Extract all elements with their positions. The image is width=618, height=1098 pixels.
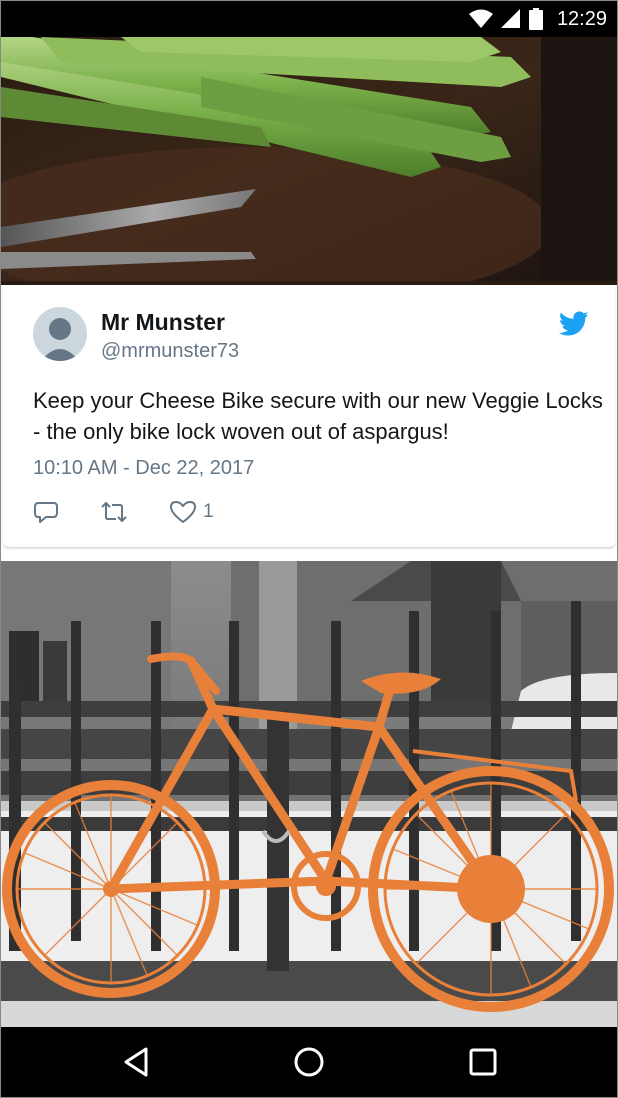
battery-icon — [528, 8, 543, 30]
status-bar: 12:29 — [1, 1, 617, 37]
orange-bicycle-photo — [1, 561, 617, 1027]
heart-icon — [170, 501, 196, 523]
tweet-text: Keep your Cheese Bike secure with our ne… — [33, 388, 603, 444]
status-time: 12:29 — [556, 7, 607, 30]
author-handle[interactable]: @mrmunster73 — [101, 340, 239, 363]
navigation-bar — [1, 1027, 617, 1097]
wifi-icon — [468, 9, 493, 28]
author-name[interactable]: Mr Munster — [101, 309, 225, 336]
retweet-icon — [101, 501, 127, 523]
home-icon[interactable] — [292, 1045, 326, 1079]
asparagus-photo — [1, 37, 617, 285]
screen: 12:29 Mr Munster @mrmunster73 Keep your … — [0, 0, 618, 1098]
retweet-button[interactable] — [99, 499, 129, 525]
like-button[interactable]: 1 — [169, 499, 214, 525]
twitter-bird-icon[interactable] — [559, 311, 589, 337]
tweet-actions: 1 — [33, 497, 254, 527]
tweet-timestamp[interactable]: 10:10 AM - Dec 22, 2017 — [33, 457, 254, 480]
reply-icon — [34, 502, 58, 523]
tweet-card[interactable]: Mr Munster @mrmunster73 Keep your Cheese… — [3, 285, 615, 548]
back-icon[interactable] — [120, 1045, 154, 1079]
signal-icon — [500, 9, 520, 28]
like-count: 1 — [203, 501, 214, 522]
recents-icon[interactable] — [466, 1045, 500, 1079]
reply-button[interactable] — [33, 499, 59, 525]
avatar[interactable] — [33, 307, 87, 361]
